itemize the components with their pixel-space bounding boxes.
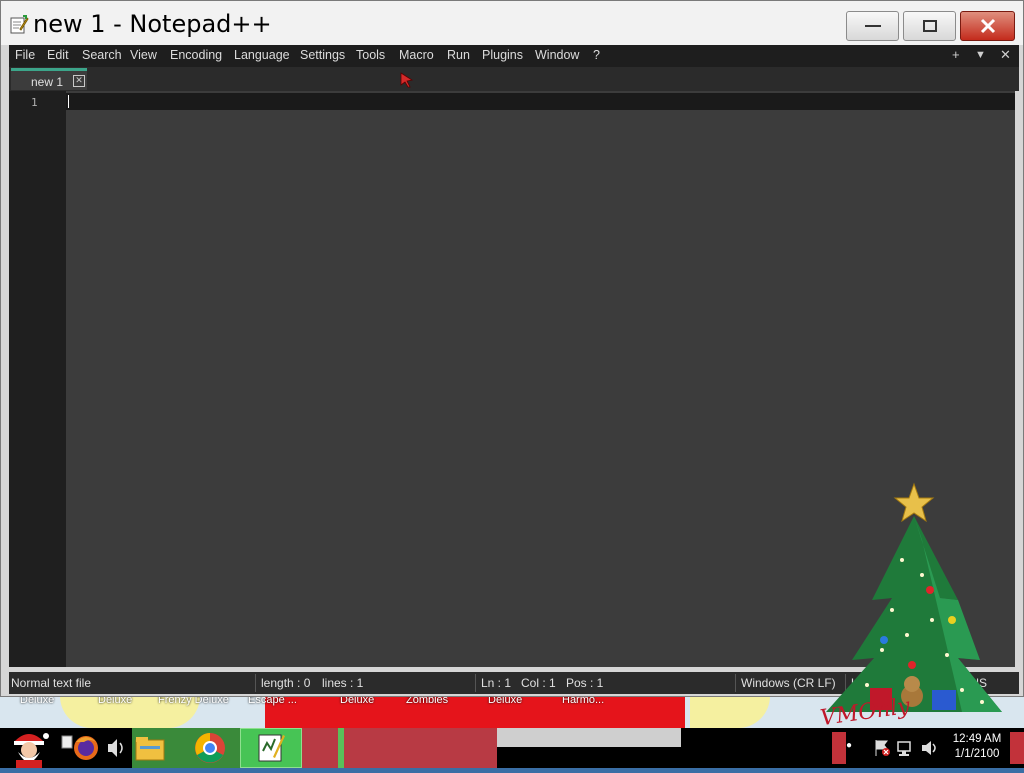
- taskbar-button[interactable]: [170, 728, 240, 768]
- network-icon[interactable]: [896, 738, 916, 758]
- tray-dot-icon: ●: [846, 740, 853, 751]
- notepadpp-taskbar-icon: [258, 734, 285, 762]
- notepadpp-app-icon: [10, 15, 29, 34]
- minimize-icon: [864, 25, 881, 27]
- desktop-wallpaper-shape: [690, 696, 770, 728]
- menu-encoding[interactable]: Encoding: [170, 48, 222, 62]
- status-divider: [475, 674, 476, 692]
- maximize-button[interactable]: [903, 11, 956, 41]
- menu-help[interactable]: ?: [593, 48, 600, 62]
- desktop-icon-label[interactable]: Escape ...: [248, 696, 297, 706]
- menu-tools[interactable]: Tools: [356, 48, 385, 62]
- action-center-flag-icon[interactable]: [872, 738, 892, 758]
- chrome-icon: [195, 733, 225, 763]
- menu-run[interactable]: Run: [447, 48, 470, 62]
- clock-date: 1/1/2100: [954, 748, 1000, 760]
- menu-window[interactable]: Window: [535, 48, 579, 62]
- menu-macro[interactable]: Macro: [399, 48, 434, 62]
- tab-new-1[interactable]: new 1 ✕: [11, 68, 87, 90]
- taskbar-button[interactable]: [497, 728, 681, 747]
- christmas-tree-decoration: [826, 482, 1002, 712]
- desktop-icon-label[interactable]: Deluxe: [98, 696, 132, 706]
- line-number-gutter: 1: [9, 91, 66, 667]
- taskbar-button[interactable]: [132, 728, 170, 768]
- desktop-icon-label[interactable]: Deluxe: [20, 696, 54, 706]
- speaker-icon[interactable]: [920, 738, 940, 758]
- restore-icon: [922, 20, 937, 32]
- menu-plugins[interactable]: Plugins: [482, 48, 523, 62]
- status-lines: lines : 1: [322, 676, 364, 690]
- desktop-icon-label[interactable]: Deluxe: [340, 696, 374, 706]
- status-column: Col : 1: [521, 676, 556, 690]
- taskbar: ● 12:49 AM 1/1/2100: [0, 728, 1024, 768]
- desktop-icon-label[interactable]: Frenzy Deluxe: [158, 696, 229, 706]
- close-button[interactable]: [960, 11, 1015, 41]
- desktop-wallpaper-shape: [265, 696, 685, 728]
- file-explorer-icon: [135, 737, 165, 761]
- taskbar-button[interactable]: [302, 728, 497, 768]
- status-position: Pos : 1: [566, 676, 604, 690]
- menu-bar: File Edit Search View Encoding Language …: [9, 45, 1019, 67]
- tab-label: new 1: [31, 75, 64, 89]
- status-file-type: Normal text file: [11, 676, 92, 690]
- text-caret: [68, 95, 69, 108]
- taskbar-button-notepadpp[interactable]: [240, 728, 302, 768]
- desktop-icon-label[interactable]: Zombies: [406, 696, 448, 706]
- menu-settings[interactable]: Settings: [300, 48, 345, 62]
- menu-file[interactable]: File: [15, 48, 35, 62]
- minimize-button[interactable]: [846, 11, 899, 41]
- status-divider: [735, 674, 736, 692]
- show-desktop-button[interactable]: [1010, 732, 1024, 764]
- start-button-santa-icon[interactable]: [4, 728, 54, 768]
- desktop-icon-label[interactable]: Harmo...: [562, 696, 604, 706]
- mouse-pointer-icon: [400, 72, 414, 88]
- status-line: Ln : 1: [481, 676, 512, 690]
- menu-edit[interactable]: Edit: [47, 48, 69, 62]
- system-clock[interactable]: 12:49 AM 1/1/2100: [946, 732, 1008, 762]
- close-icon: [980, 18, 995, 34]
- current-line-highlight: [66, 93, 1015, 110]
- taskbar-separator: [338, 728, 344, 768]
- status-divider: [255, 674, 256, 692]
- line-number: 1: [31, 96, 38, 109]
- menu-search[interactable]: Search: [82, 48, 122, 62]
- volume-icon[interactable]: [100, 728, 130, 768]
- menu-language[interactable]: Language: [234, 48, 290, 62]
- status-length: length : 0: [261, 676, 311, 690]
- clock-time: 12:49 AM: [952, 733, 1002, 745]
- tab-close-icon[interactable]: ✕: [73, 75, 85, 87]
- menu-view[interactable]: View: [130, 48, 157, 62]
- close-document-button[interactable]: ✕: [1000, 47, 1011, 63]
- window-title: new 1 - Notepad++: [33, 10, 272, 38]
- title-bar[interactable]: new 1 - Notepad++: [1, 1, 1023, 45]
- tray-block: [832, 732, 846, 764]
- firefox-icon[interactable]: [60, 728, 100, 768]
- new-tab-button[interactable]: +: [952, 47, 960, 62]
- desktop-icon-label[interactable]: Deluxe: [488, 696, 522, 706]
- tab-bar: new 1 ✕: [9, 67, 1019, 91]
- tab-list-button[interactable]: ▼: [975, 49, 986, 61]
